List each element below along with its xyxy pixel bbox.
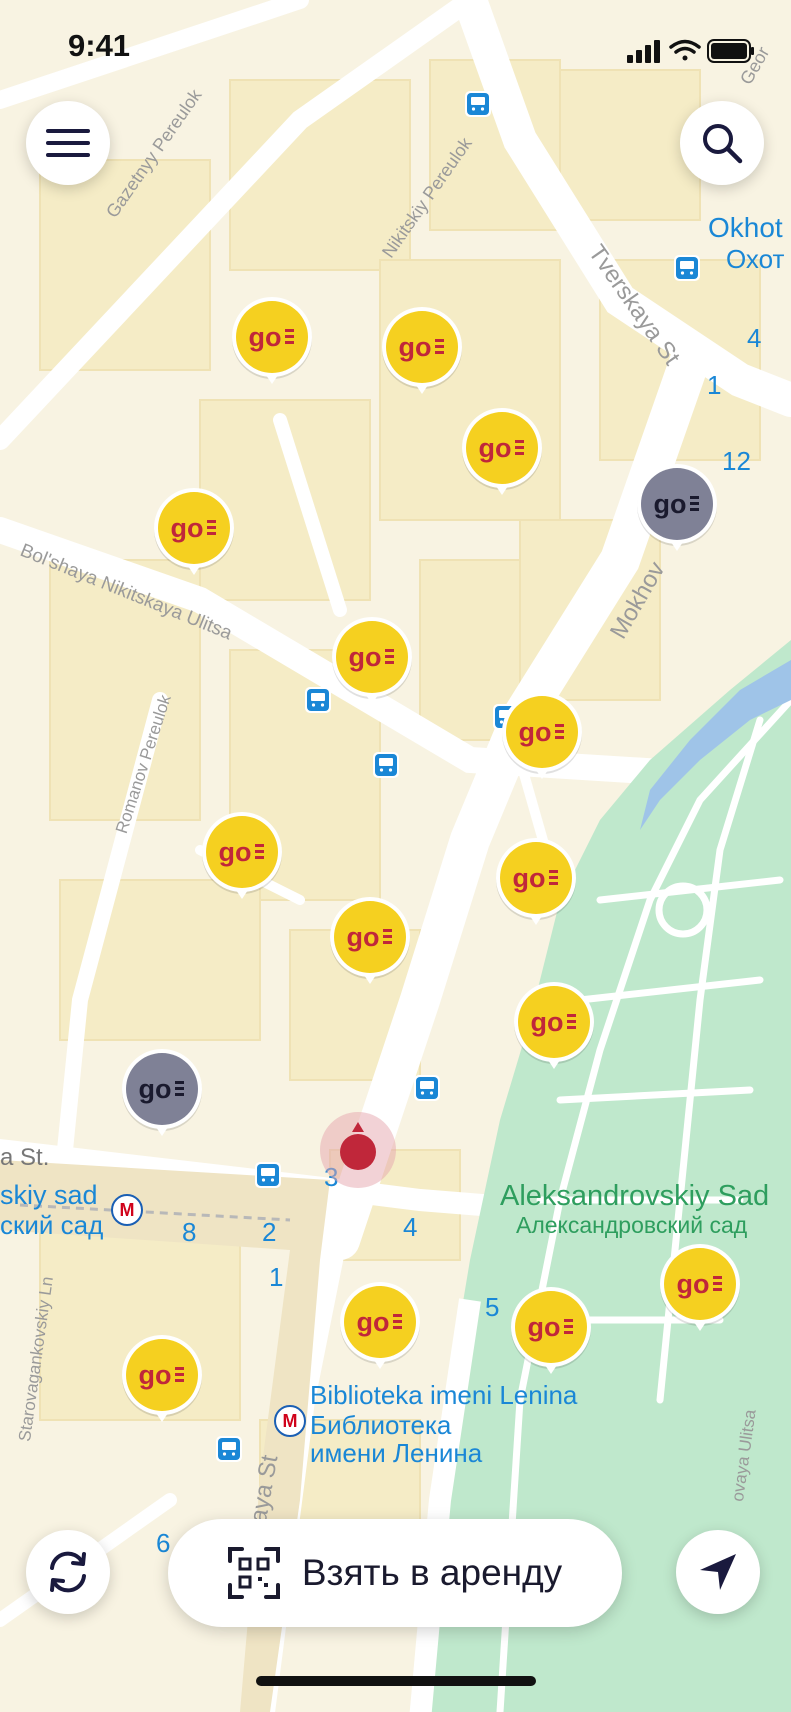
scooter-pin-label: go xyxy=(347,922,380,952)
scooter-pin-label: go xyxy=(219,837,252,867)
scooter-pin-label: go xyxy=(531,1007,564,1037)
place-label-library-en: Biblioteka imeni Lenina xyxy=(310,1380,578,1410)
scooter-pin-label: go xyxy=(513,863,546,893)
bus-stop-icon[interactable] xyxy=(216,1436,242,1462)
place-label-library-ru-1: Библиотека xyxy=(310,1410,452,1440)
scooter-pin-label: go xyxy=(479,433,512,463)
bus-stop-icon[interactable] xyxy=(373,752,399,778)
scooter-pin-label: go xyxy=(654,489,687,519)
scooter-pin[interactable]: go xyxy=(329,614,415,710)
scooter-pin[interactable]: go xyxy=(229,294,315,390)
metro-icon[interactable]: M xyxy=(273,1404,307,1438)
place-label-library-ru-2: имени Ленина xyxy=(310,1438,483,1468)
scooter-pin[interactable]: go xyxy=(657,1241,743,1337)
svg-text:M: M xyxy=(283,1411,298,1431)
status-icons xyxy=(627,39,754,63)
user-location-marker xyxy=(320,1112,396,1188)
brand-lines-icon xyxy=(207,520,216,535)
street-label-a-st: a St. xyxy=(0,1144,50,1171)
brand-lines-icon xyxy=(555,724,564,739)
place-label-okhotny-ru: Охот xyxy=(726,244,785,274)
scooter-pin-label: go xyxy=(519,717,552,747)
status-time: 9:41 xyxy=(68,28,131,63)
scooter-pin[interactable]: go xyxy=(511,979,597,1075)
rent-button-label: Взять в аренду xyxy=(301,1552,563,1593)
scooter-pin[interactable]: go xyxy=(459,405,545,501)
scooter-pin[interactable]: go xyxy=(327,894,413,990)
exit-number: 4 xyxy=(747,323,762,353)
brand-lines-icon xyxy=(690,496,699,511)
wifi-icon xyxy=(669,39,701,61)
brand-lines-icon xyxy=(255,844,264,859)
scooter-pin[interactable]: go xyxy=(508,1284,594,1380)
scooter-pin[interactable]: go xyxy=(379,304,465,400)
scooter-pin-label: go xyxy=(171,513,204,543)
cellular-signal-icon xyxy=(627,40,660,63)
brand-lines-icon xyxy=(515,440,524,455)
bus-stop-icon[interactable] xyxy=(674,255,700,281)
bus-stop-icon[interactable] xyxy=(305,687,331,713)
scooter-pin[interactable]: go xyxy=(499,689,585,785)
scooter-pin-unavailable[interactable]: go xyxy=(119,1046,205,1142)
brand-lines-icon xyxy=(383,929,392,944)
scooter-pin-label: go xyxy=(399,332,432,362)
scooter-pin[interactable]: go xyxy=(199,809,285,905)
bus-stop-icon[interactable] xyxy=(414,1075,440,1101)
exit-number: 8 xyxy=(182,1217,197,1247)
scooter-pin-unavailable[interactable]: go xyxy=(634,461,720,557)
locate-button[interactable] xyxy=(676,1530,760,1614)
exit-number: 6 xyxy=(156,1528,171,1558)
brand-lines-icon xyxy=(175,1367,184,1382)
refresh-button[interactable] xyxy=(26,1530,110,1614)
scooter-pin[interactable]: go xyxy=(151,485,237,581)
place-label-alexandrovsky-en: Aleksandrovskiy Sad xyxy=(500,1180,770,1212)
scooter-pin-label: go xyxy=(139,1074,172,1104)
place-label-alexandrovsky-ru: Александровский сад xyxy=(516,1212,748,1238)
refresh-icon xyxy=(50,1551,86,1593)
qr-scan-icon xyxy=(227,1547,280,1599)
scooter-pin-label: go xyxy=(139,1360,172,1390)
exit-number: 12 xyxy=(722,446,751,476)
scooter-pin-label: go xyxy=(528,1312,561,1342)
brand-lines-icon xyxy=(285,329,294,344)
exit-number: 2 xyxy=(262,1217,277,1247)
exit-number: 4 xyxy=(403,1212,418,1242)
place-label-okhotny-en: Okhot xyxy=(708,212,783,243)
scooter-pin-label: go xyxy=(249,322,282,352)
bus-stop-icon[interactable] xyxy=(465,91,491,117)
search-icon xyxy=(703,124,743,164)
svg-text:M: M xyxy=(120,1200,135,1220)
exit-number: 1 xyxy=(707,370,722,400)
brand-lines-icon xyxy=(567,1014,576,1029)
bus-stop-icon[interactable] xyxy=(255,1162,281,1188)
place-label-sad-ru: ский сад xyxy=(0,1210,104,1240)
rent-button[interactable]: Взять в аренду xyxy=(168,1519,622,1627)
scooter-pin-label: go xyxy=(357,1307,390,1337)
scooter-pin[interactable]: go xyxy=(119,1332,205,1428)
metro-icon[interactable]: M xyxy=(110,1193,144,1227)
exit-number: 1 xyxy=(269,1262,284,1292)
brand-lines-icon xyxy=(713,1276,722,1291)
scooter-pin-label: go xyxy=(349,642,382,672)
scooter-pin-label: go xyxy=(677,1269,710,1299)
home-indicator xyxy=(256,1676,536,1686)
brand-lines-icon xyxy=(435,339,444,354)
exit-number: 5 xyxy=(485,1292,500,1322)
search-button[interactable] xyxy=(680,101,764,185)
brand-lines-icon xyxy=(549,870,558,885)
menu-button[interactable] xyxy=(26,101,110,185)
brand-lines-icon xyxy=(175,1081,184,1096)
brand-lines-icon xyxy=(564,1319,573,1334)
brand-lines-icon xyxy=(385,649,394,664)
scooter-pin[interactable]: go xyxy=(337,1279,423,1375)
navigation-arrow-icon xyxy=(700,1554,736,1590)
battery-icon xyxy=(707,39,754,63)
place-label-sad-en: skiy sad xyxy=(0,1180,98,1210)
scooter-pin[interactable]: go xyxy=(493,835,579,931)
hamburger-icon xyxy=(46,129,90,157)
brand-lines-icon xyxy=(393,1314,402,1329)
